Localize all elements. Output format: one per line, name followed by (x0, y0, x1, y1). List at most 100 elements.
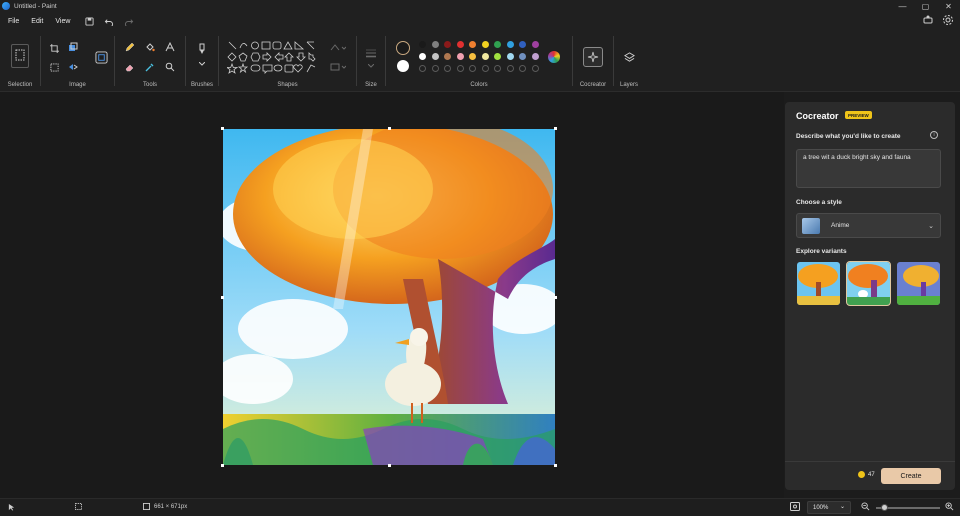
edit-colors-icon[interactable] (548, 51, 560, 63)
zoom-out-icon[interactable] (861, 502, 870, 511)
resize-handle[interactable] (221, 296, 224, 299)
resize-handle[interactable] (388, 127, 391, 130)
fit-to-window-icon[interactable] (790, 502, 800, 511)
redo-icon[interactable] (122, 14, 136, 28)
color-swatch[interactable] (531, 53, 539, 60)
color-swatch[interactable] (469, 53, 476, 60)
custom-color-slot[interactable] (494, 65, 501, 72)
shape-outline-icon[interactable] (329, 42, 347, 54)
shapes-group: Shapes (219, 30, 356, 92)
color-swatch[interactable] (506, 41, 514, 48)
magnifier-icon[interactable] (164, 61, 176, 73)
color-swatch[interactable] (444, 41, 451, 48)
custom-color-slot[interactable] (419, 65, 426, 72)
shape-fill-icon[interactable] (329, 61, 347, 73)
layers-group: Layers (614, 30, 644, 92)
image-edit-icon[interactable] (94, 50, 108, 64)
resize-icon[interactable] (67, 41, 79, 53)
color-swatch[interactable] (456, 41, 464, 48)
window-title: Untitled - Paint (14, 2, 57, 10)
image-group: Image (41, 30, 114, 92)
chevron-down-icon: ⌄ (928, 223, 934, 230)
shapes-gallery[interactable] (225, 40, 323, 74)
select-all-icon[interactable] (48, 61, 60, 73)
canvas-workspace[interactable] (0, 92, 784, 498)
custom-color-slot[interactable] (431, 65, 439, 72)
zoom-in-icon[interactable] (945, 502, 954, 511)
color-swatch[interactable] (456, 53, 464, 60)
undo-icon[interactable] (102, 14, 116, 28)
secondary-color-swatch[interactable] (397, 60, 409, 72)
style-dropdown[interactable]: Anime ⌄ (796, 213, 941, 238)
chevron-down-icon[interactable] (196, 58, 208, 70)
variant-thumbnail[interactable] (846, 261, 891, 306)
color-swatch[interactable] (431, 53, 439, 60)
resize-handle[interactable] (554, 296, 557, 299)
brush-icon[interactable] (196, 43, 208, 55)
color-swatch[interactable] (519, 41, 526, 48)
color-swatch[interactable] (419, 41, 426, 48)
color-swatch[interactable] (531, 41, 539, 48)
stroke-size-icon[interactable] (365, 47, 377, 59)
chevron-down-icon[interactable] (365, 60, 377, 72)
pencil-icon[interactable] (124, 41, 136, 53)
selection-icon[interactable] (11, 44, 29, 68)
create-button[interactable]: Create (881, 468, 941, 484)
crop-icon[interactable] (48, 42, 60, 54)
color-swatch[interactable] (506, 53, 514, 60)
preview-badge: PREVIEW (845, 111, 872, 119)
canvas-image[interactable] (223, 129, 555, 465)
size-group: Size (357, 30, 385, 92)
color-swatch[interactable] (494, 53, 501, 60)
color-swatch[interactable] (494, 41, 501, 48)
rotate-icon[interactable] (67, 61, 79, 73)
color-swatch[interactable] (481, 41, 489, 48)
fill-bucket-icon[interactable] (144, 41, 156, 53)
menu-view[interactable]: View (49, 18, 76, 25)
style-label: Choose a style (796, 199, 842, 206)
menu-file[interactable]: File (2, 18, 25, 25)
custom-color-slot[interactable] (531, 65, 539, 72)
color-swatch[interactable] (469, 41, 476, 48)
zoom-dropdown[interactable]: 100% ⌄ (807, 501, 851, 514)
panel-title: Cocreator (796, 111, 839, 121)
custom-color-slot[interactable] (456, 65, 464, 72)
text-icon[interactable] (164, 41, 176, 53)
info-icon[interactable]: i (930, 131, 938, 139)
color-swatch[interactable] (431, 41, 439, 48)
primary-color-swatch[interactable] (396, 41, 410, 55)
color-swatch[interactable] (481, 53, 489, 60)
resize-handle[interactable] (554, 127, 557, 130)
account-icon[interactable] (922, 14, 934, 28)
resize-handle[interactable] (221, 464, 224, 467)
variant-thumbnail[interactable] (797, 262, 840, 305)
color-swatch[interactable] (519, 53, 526, 60)
resize-handle[interactable] (388, 464, 391, 467)
close-button[interactable]: ✕ (937, 0, 960, 12)
resize-handle[interactable] (221, 127, 224, 130)
custom-color-slot[interactable] (469, 65, 476, 72)
custom-color-slot[interactable] (444, 65, 451, 72)
variant-thumbnail[interactable] (897, 262, 940, 305)
zoom-slider-thumb[interactable] (881, 504, 888, 511)
pointer-position-icon (8, 503, 15, 511)
eraser-icon[interactable] (124, 61, 136, 73)
custom-color-slot[interactable] (506, 65, 514, 72)
layers-icon[interactable] (623, 51, 635, 63)
settings-icon[interactable] (942, 14, 954, 28)
color-swatch[interactable] (419, 53, 426, 60)
canvas-size-text: 661 × 671px (154, 503, 188, 510)
color-swatch[interactable] (444, 53, 451, 60)
save-icon[interactable] (82, 14, 96, 28)
custom-color-slot[interactable] (519, 65, 526, 72)
menu-edit[interactable]: Edit (25, 18, 49, 25)
resize-handle[interactable] (554, 464, 557, 467)
color-picker-icon[interactable] (144, 61, 156, 73)
maximize-button[interactable]: ▢ (914, 0, 937, 12)
credits-icon (858, 471, 865, 478)
paint-logo-icon (2, 2, 10, 10)
prompt-input[interactable] (796, 149, 941, 188)
cocreator-icon[interactable] (583, 47, 603, 67)
custom-color-slot[interactable] (481, 65, 489, 72)
minimize-button[interactable]: — (891, 0, 914, 12)
